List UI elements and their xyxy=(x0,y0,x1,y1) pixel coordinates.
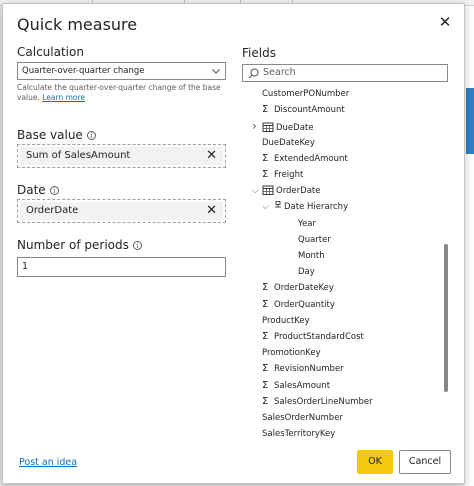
periods-input[interactable]: 1 xyxy=(17,257,226,277)
field-item-label: ProductStandardCost xyxy=(274,332,364,342)
field-item-label: ProductKey xyxy=(262,315,310,326)
chevron-down-icon xyxy=(212,69,220,74)
base-value-pill: Sum of SalesAmount ✕ xyxy=(20,147,223,165)
field-item[interactable]: › DueDate xyxy=(252,118,313,134)
field-item[interactable]: PromotionKey xyxy=(262,345,321,361)
sigma-icon: Σ xyxy=(262,379,269,391)
field-item-label: SalesAmount xyxy=(274,380,331,391)
field-item[interactable]: Σ OrderQuantity xyxy=(262,297,335,313)
field-item[interactable]: Quarter xyxy=(298,232,331,248)
field-item-label: OrderQuantity xyxy=(274,299,335,310)
sigma-icon: Σ xyxy=(262,169,269,180)
field-item[interactable]: CustomerPONumber xyxy=(262,86,349,102)
fields-scrollbar[interactable] xyxy=(444,244,448,392)
close-icon[interactable]: ✕ xyxy=(436,13,454,31)
chevron-down-icon[interactable]: ⌵ xyxy=(252,183,262,199)
field-item[interactable]: ProductKey xyxy=(262,313,310,329)
fields-tree: CustomerPONumber Σ DiscountAmount › DueDate D… xyxy=(242,86,452,448)
field-item[interactable]: Σ ExtendedAmount xyxy=(262,151,348,167)
sigma-icon: Σ xyxy=(262,395,269,407)
field-item-label: Month xyxy=(298,251,325,261)
field-item[interactable]: Day xyxy=(298,264,315,280)
calendar-icon xyxy=(262,185,274,196)
field-item[interactable]: Σ SalesAmount xyxy=(262,378,330,394)
field-item[interactable]: ⌵ Date Hierarchy xyxy=(262,199,348,215)
field-item-label: ExtendedAmount xyxy=(274,153,348,164)
field-item-label: Day xyxy=(298,267,315,278)
date-field: OrderDate xyxy=(26,205,79,216)
calculation-description: Calculate the quarter-over-quarter chang… xyxy=(17,83,227,103)
field-item-label: Year xyxy=(298,218,316,229)
base-value-label-text: Base value xyxy=(17,128,83,142)
field-item-label: Quarter xyxy=(298,234,331,245)
field-item-label: PromotionKey xyxy=(262,348,321,359)
base-value-field: Sum of SalesAmount xyxy=(26,150,131,161)
dialog-title: Quick measure xyxy=(17,15,138,34)
background-accent-bar xyxy=(466,88,474,154)
field-item[interactable]: Σ RevisionNumber xyxy=(262,361,344,377)
sigma-icon: Σ xyxy=(262,104,269,116)
learn-more-link[interactable]: Learn more xyxy=(42,93,85,102)
field-item[interactable]: Month xyxy=(298,248,325,264)
remove-icon[interactable]: ✕ xyxy=(206,202,217,220)
field-item-label: DueDate xyxy=(276,123,314,134)
field-item-label: OrderDate xyxy=(276,186,321,197)
chevron-right-icon[interactable]: › xyxy=(252,118,262,134)
field-item-label: CustomerPONumber xyxy=(262,89,350,99)
field-item-label: DiscountAmount xyxy=(274,105,345,116)
info-icon[interactable]: i xyxy=(86,131,96,140)
calculation-dropdown[interactable]: Quarter-over-quarter change xyxy=(17,62,226,80)
sigma-icon: Σ xyxy=(262,331,269,342)
field-item[interactable]: Year xyxy=(298,216,316,232)
calculation-label: Calculation xyxy=(17,45,84,59)
base-value-label: Base value i xyxy=(17,128,96,142)
field-item[interactable]: SalesTerritoryKey xyxy=(262,426,335,442)
date-label: Date i xyxy=(17,183,59,197)
background-canvas xyxy=(464,6,474,486)
sigma-icon: Σ xyxy=(262,152,269,164)
base-value-well[interactable]: Sum of SalesAmount ✕ xyxy=(17,144,226,168)
date-pill: OrderDate ✕ xyxy=(20,202,223,220)
field-item-label: SalesTerritoryKey xyxy=(262,429,336,440)
chevron-down-icon[interactable]: ⌵ xyxy=(262,199,272,215)
periods-label: Number of periods i xyxy=(17,238,142,252)
field-item-label: SalesOrderNumber xyxy=(262,413,343,423)
field-item-label: OrderDateKey xyxy=(274,283,334,294)
field-item-label: Date Hierarchy xyxy=(284,202,349,213)
hierarchy-icon xyxy=(275,201,281,208)
field-item-label: RevisionNumber xyxy=(274,364,344,375)
calendar-icon xyxy=(262,122,274,133)
remove-icon[interactable]: ✕ xyxy=(206,147,217,165)
post-idea-link[interactable]: Post an idea xyxy=(19,457,77,468)
field-item[interactable]: ⌵ OrderDate xyxy=(252,183,320,199)
field-item-label: Freight xyxy=(274,170,304,180)
sigma-icon: Σ xyxy=(262,298,269,310)
search-icon xyxy=(248,68,259,79)
field-item-label: DueDateKey xyxy=(262,137,315,148)
field-item-label: SalesOrderLineNumber xyxy=(274,396,373,407)
field-item[interactable]: Σ OrderDateKey xyxy=(262,280,334,296)
quick-measure-dialog: Quick measure ✕ Calculation Quarter-over… xyxy=(2,3,465,484)
fields-search-input[interactable]: Search xyxy=(242,64,448,82)
cancel-button[interactable]: Cancel xyxy=(399,450,451,474)
sigma-icon: Σ xyxy=(262,363,269,375)
sigma-icon: Σ xyxy=(262,282,269,294)
calculation-selected-value: Quarter-over-quarter change xyxy=(22,66,145,76)
info-icon[interactable]: i xyxy=(49,186,59,195)
periods-label-text: Number of periods xyxy=(17,238,129,252)
ok-button[interactable]: OK xyxy=(357,450,393,474)
field-item[interactable]: DueDateKey xyxy=(262,135,315,151)
search-placeholder: Search xyxy=(263,67,296,78)
field-item[interactable]: Σ ProductStandardCost xyxy=(262,329,364,345)
date-well[interactable]: OrderDate ✕ xyxy=(17,199,226,223)
field-item[interactable]: Σ DiscountAmount xyxy=(262,102,345,118)
date-label-text: Date xyxy=(17,183,46,197)
field-item[interactable]: SalesOrderNumber xyxy=(262,410,343,426)
field-item[interactable]: Σ SalesOrderLineNumber xyxy=(262,394,373,410)
fields-label: Fields xyxy=(242,46,276,60)
info-icon[interactable]: i xyxy=(132,241,142,250)
field-item[interactable]: Σ Freight xyxy=(262,167,303,183)
